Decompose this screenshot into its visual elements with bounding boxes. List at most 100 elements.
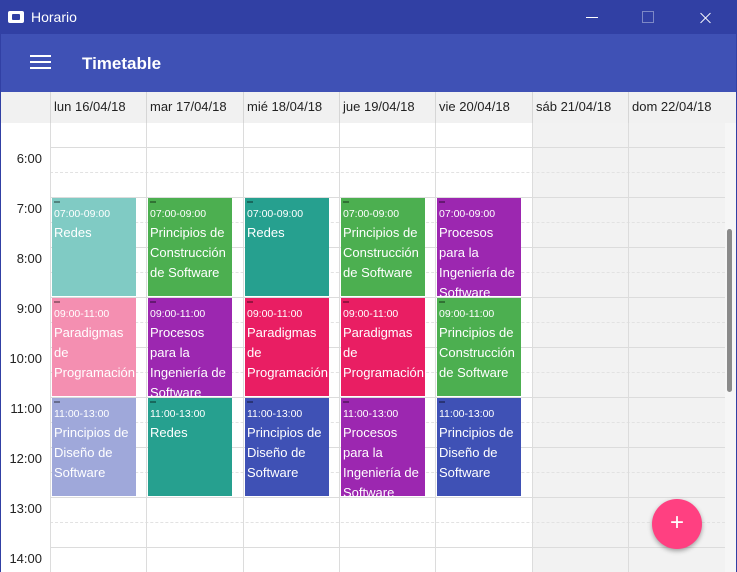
event-title: Paradigmas de Programación: [343, 325, 424, 380]
event-time: 11:00-13:00: [150, 408, 206, 420]
day-header: mié 18/04/18: [243, 92, 340, 123]
event-title: Procesos para la Ingeniería de Software: [343, 425, 419, 496]
day-header-label: jue 19/04/18: [343, 99, 415, 114]
add-event-button[interactable]: +: [652, 499, 702, 549]
event-title: Procesos para la Ingeniería de Software: [150, 325, 226, 396]
event-block[interactable]: 11:00-13:00 Redes: [148, 398, 232, 496]
day-header: vie 20/04/18: [435, 92, 533, 123]
event-title: Redes: [54, 225, 92, 240]
maximize-icon[interactable]: [624, 0, 670, 34]
event-block[interactable]: 07:00-09:00 Redes: [245, 198, 329, 296]
title-bar: Horario: [0, 0, 737, 34]
event-time: 11:00-13:00: [439, 408, 495, 420]
event-title: Principios de Construcción de Software: [150, 225, 226, 280]
event-block[interactable]: 09:00-11:00 Paradigmas de Programación: [245, 298, 329, 396]
hour-line: [50, 497, 725, 498]
app-title: Timetable: [82, 54, 162, 73]
day-header-label: lun 16/04/18: [54, 99, 126, 114]
column-line: [532, 123, 533, 572]
event-block[interactable]: 11:00-13:00 Principios de Diseño de Softw…: [437, 398, 521, 496]
column-line: [146, 123, 147, 572]
column-line: [339, 123, 340, 572]
day-header: mar 17/04/18: [146, 92, 244, 123]
event-time: 09:00-11:00: [247, 308, 303, 320]
event-marker: [54, 201, 60, 203]
event-time: 11:00-13:00: [343, 408, 399, 420]
window-border-left: [0, 34, 1, 572]
event-title: Principios de Diseño de Software: [247, 425, 322, 480]
event-time: 11:00-13:00: [54, 408, 110, 420]
event-time: 07:00-09:00: [54, 208, 111, 220]
event-time: 07:00-09:00: [247, 208, 304, 220]
event-time: 07:00-09:00: [343, 208, 400, 220]
close-icon[interactable]: [683, 0, 729, 34]
day-header-label: mar 17/04/18: [150, 99, 227, 114]
event-block[interactable]: 09:00-11:00 Principios de Construcción de…: [437, 298, 521, 396]
column-line: [628, 123, 629, 572]
event-marker: [343, 201, 349, 203]
day-header: sáb 21/04/18: [532, 92, 629, 123]
window-title: Horario: [31, 9, 77, 25]
event-title: Paradigmas de Programación: [54, 325, 135, 380]
app-bar: Timetable: [0, 34, 737, 92]
day-header: jue 19/04/18: [339, 92, 436, 123]
event-marker: [54, 401, 60, 403]
column-line: [435, 123, 436, 572]
event-marker: [54, 301, 60, 303]
timetable-grid[interactable]: 6:00 7:00 8:00 9:00 10:00 11:00 12:00 13:00 14:0…: [0, 123, 725, 572]
event-block[interactable]: 11:00-13:00 Principios de Diseño de Softw…: [245, 398, 329, 496]
event-time: 11:00-13:00: [247, 408, 303, 420]
event-title: Principios de Diseño de Software: [54, 425, 129, 480]
day-header: dom 22/04/18: [628, 92, 726, 123]
event-marker: [247, 201, 253, 203]
event-title: Paradigmas de Programación: [247, 325, 328, 380]
event-marker: [439, 401, 445, 403]
event-time: 09:00-11:00: [343, 308, 399, 320]
event-marker: [150, 301, 156, 303]
event-block[interactable]: 11:00-13:00 Principios de Diseño de Softw…: [52, 398, 136, 496]
event-title: Procesos para la Ingeniería de Software: [439, 225, 515, 296]
event-marker: [343, 301, 349, 303]
event-time: 09:00-11:00: [439, 308, 495, 320]
day-header-label: sáb 21/04/18: [536, 99, 612, 114]
event-time: 09:00-11:00: [54, 308, 110, 320]
day-header-row: lun 16/04/18 mar 17/04/18 mié 18/04/18 jue …: [0, 92, 737, 124]
time-label: 7:00: [16, 201, 42, 216]
app-icon: [8, 11, 24, 23]
event-block[interactable]: 11:00-13:00 Procesos para la Ingeniería d…: [341, 398, 425, 496]
event-block[interactable]: 07:00-09:00 Procesos para la Ingeniería d…: [437, 198, 521, 296]
time-label: 8:00: [16, 251, 42, 266]
day-header-label: dom 22/04/18: [632, 99, 712, 114]
event-block[interactable]: 07:00-09:00 Principios de Construcción de…: [341, 198, 425, 296]
hour-line: [50, 147, 725, 148]
time-label: 9:00: [16, 301, 42, 316]
time-label: 6:00: [16, 151, 42, 166]
timetable-window: Horario Timetable lun 16/04/18 mar 17/04/…: [0, 0, 737, 572]
day-header: lun 16/04/18: [50, 92, 147, 123]
column-line: [50, 123, 51, 572]
column-line: [243, 123, 244, 572]
hour-line: [50, 547, 725, 548]
event-block[interactable]: 09:00-11:00 Paradigmas de Programación: [341, 298, 425, 396]
event-title: Principios de Construcción de Software: [343, 225, 419, 280]
event-marker: [247, 401, 253, 403]
event-time: 07:00-09:00: [439, 208, 496, 220]
event-block[interactable]: 09:00-11:00 Paradigmas de Programación: [52, 298, 136, 396]
event-marker: [343, 401, 349, 403]
event-title: Principios de Construcción de Software: [439, 325, 515, 380]
event-title: Principios de Diseño de Software: [439, 425, 514, 480]
time-label: 12:00: [9, 451, 42, 466]
scrollbar-thumb[interactable]: [727, 229, 732, 392]
event-block[interactable]: 09:00-11:00 Procesos para la Ingeniería d…: [148, 298, 232, 396]
half-hour-line: [50, 172, 725, 173]
day-header-label: mié 18/04/18: [247, 99, 323, 114]
hamburger-menu-icon[interactable]: [30, 55, 51, 70]
event-time: 09:00-11:00: [150, 308, 206, 320]
event-block[interactable]: 07:00-09:00 Redes: [52, 198, 136, 296]
event-marker: [150, 401, 156, 403]
event-marker: [247, 301, 253, 303]
event-marker: [150, 201, 156, 203]
event-block[interactable]: 07:00-09:00 Principios de Construcción de…: [148, 198, 232, 296]
minimize-icon[interactable]: [568, 0, 614, 34]
time-label: 10:00: [9, 351, 42, 366]
